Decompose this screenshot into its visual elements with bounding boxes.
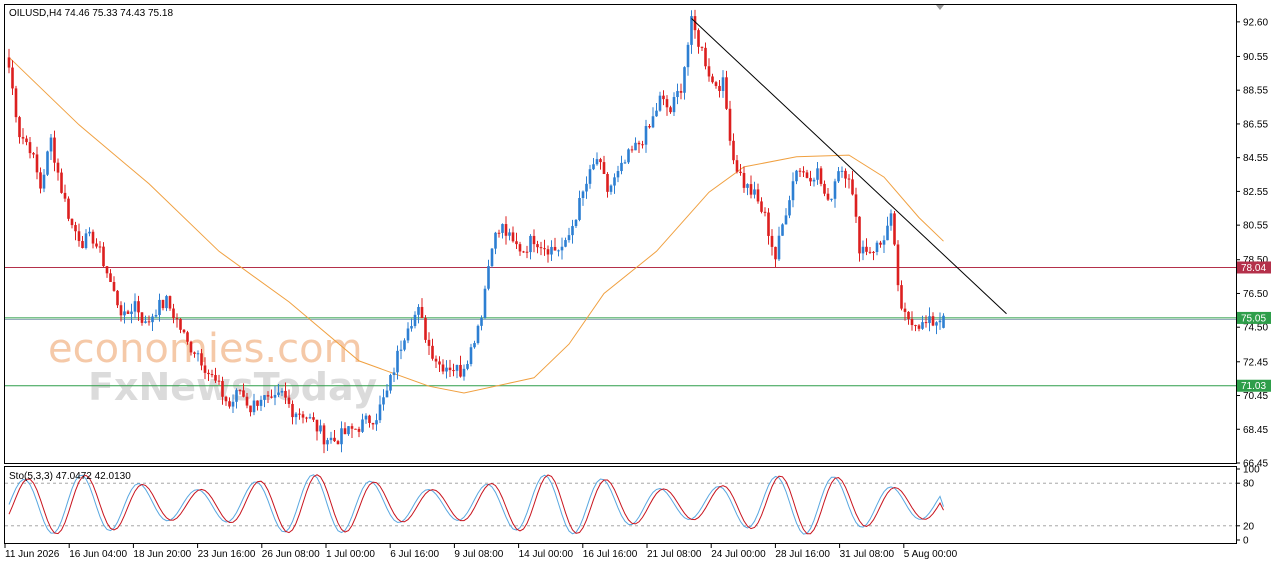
level-label-support: 71.03: [1241, 381, 1266, 392]
candle: [469, 343, 473, 367]
candle: [819, 166, 823, 187]
stoch-tick-label: 80: [1243, 479, 1255, 490]
time-tick-label: 26 Jun 08:00: [262, 549, 320, 560]
time-tick-label: 28 Jul 16:00: [775, 549, 830, 560]
price-tick-label: 80.55: [1243, 221, 1268, 232]
price-tick-label: 72.45: [1243, 357, 1268, 368]
candle: [354, 428, 357, 430]
price-tick-label: 88.55: [1243, 86, 1268, 97]
time-tick-label: 9 Jul 08:00: [454, 549, 503, 560]
symbol-header: OILUSD,H4 74.46 75.33 74.43 75.18: [9, 8, 173, 19]
price-axis: 92.6090.5588.5586.5584.5582.5580.5578.50…: [1236, 17, 1268, 470]
time-tick-label: 14 Jul 00:00: [519, 549, 574, 560]
stochastic-axis: 100 80 20 0: [1236, 465, 1260, 547]
candle: [14, 85, 18, 123]
time-tick-label: 1 Jul 00:00: [326, 549, 375, 560]
time-tick-label: 11 Jun 2026: [5, 549, 60, 560]
candle: [627, 148, 630, 164]
time-tick-label: 6 Jul 16:00: [390, 549, 439, 560]
price-tick-label: 84.55: [1243, 153, 1268, 164]
candle: [781, 223, 784, 236]
time-tick-label: 5 Aug 00:00: [904, 549, 958, 560]
candle: [476, 324, 480, 345]
candle: [46, 150, 49, 177]
level-label-resistance: 78.04: [1241, 263, 1266, 274]
price-tick-label: 90.55: [1243, 52, 1268, 63]
candle: [424, 315, 427, 343]
candle: [490, 247, 494, 268]
time-axis: 11 Jun 2026 16 Jun 04:00 18 Jun 20:00 23 Ju…: [4, 544, 958, 560]
stochastic-header: Sto(5,3,3) 47.0472 42.0130: [9, 471, 131, 482]
price-tick-label: 92.60: [1243, 17, 1268, 28]
candle: [67, 196, 70, 222]
time-tick-label: 16 Jul 16:00: [583, 549, 638, 560]
price-tick-label: 82.55: [1243, 187, 1268, 198]
price-tick-label: 76.50: [1243, 289, 1268, 300]
time-tick-label: 16 Jun 04:00: [69, 549, 127, 560]
candle: [893, 211, 896, 246]
chart-canvas[interactable]: economies.com FxNewsToday OILUSD,H4 74.4…: [0, 0, 1280, 567]
time-tick-label: 31 Jul 08:00: [840, 549, 895, 560]
level-label-current: 75.05: [1241, 313, 1266, 324]
price-tick-label: 70.45: [1243, 391, 1268, 402]
price-tick-label: 68.45: [1243, 425, 1268, 436]
time-tick-label: 24 Jul 00:00: [711, 549, 766, 560]
stoch-tick-label: 20: [1243, 521, 1255, 532]
price-tick-label: 86.55: [1243, 119, 1268, 130]
candle: [483, 285, 487, 319]
stoch-tick-label: 100: [1243, 465, 1260, 476]
stoch-tick-label: 0: [1243, 536, 1249, 547]
time-tick-label: 18 Jun 20:00: [133, 549, 191, 560]
candle: [896, 240, 900, 292]
time-tick-label: 23 Jun 16:00: [198, 549, 256, 560]
time-tick-label: 21 Jul 08:00: [647, 549, 702, 560]
